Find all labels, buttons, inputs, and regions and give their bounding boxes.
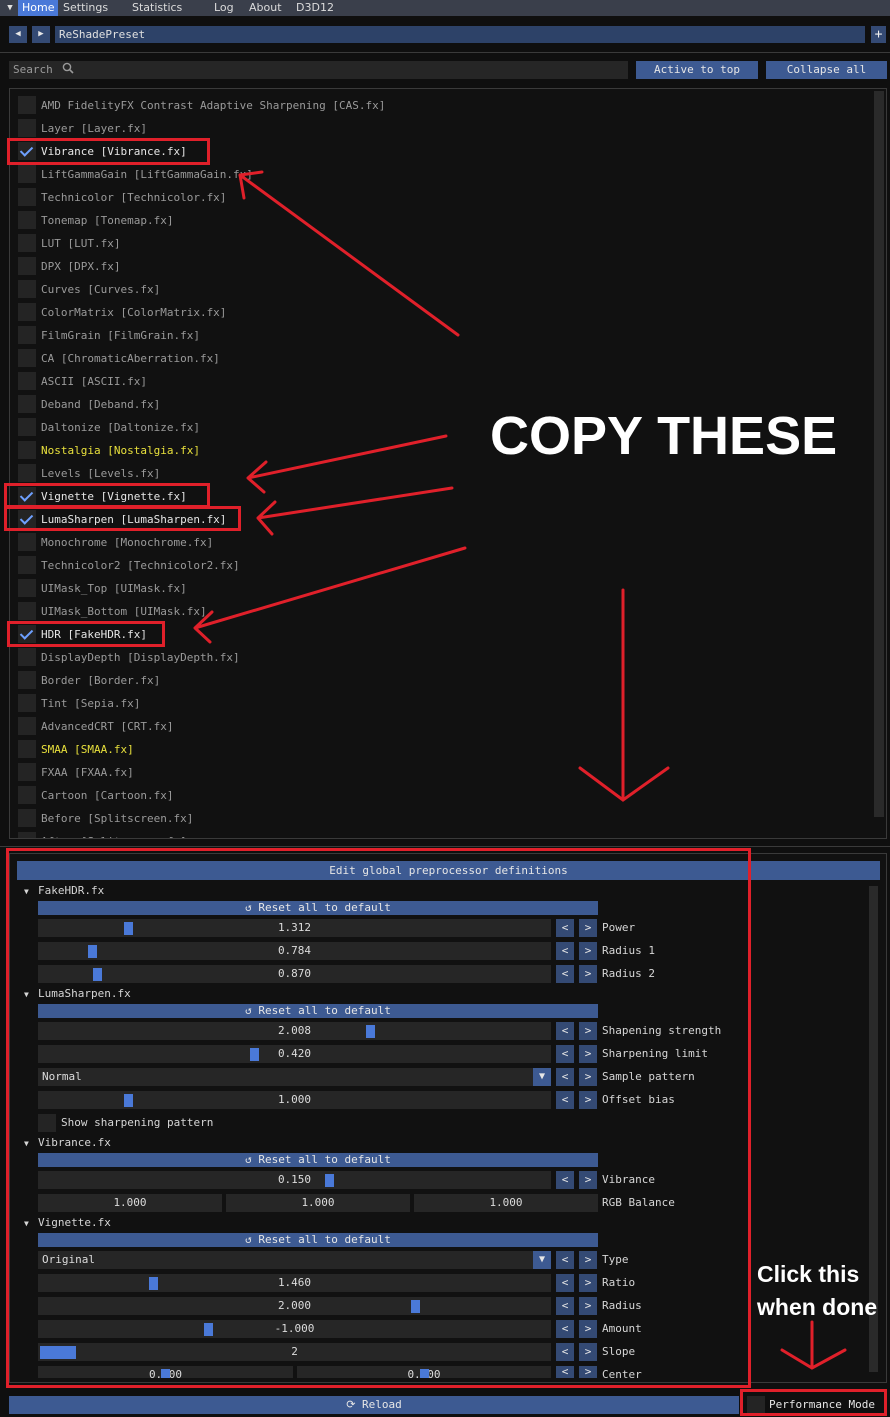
arrow-to-vignette bbox=[246, 434, 448, 494]
annotation-arrows bbox=[193, 170, 847, 1370]
arrow-to-vibrance bbox=[238, 170, 460, 337]
annotation-copy-these: COPY THESE bbox=[490, 406, 838, 466]
arrow-to-settings bbox=[578, 588, 670, 802]
arrow-to-hdr bbox=[193, 546, 467, 644]
arrow-to-performance-mode bbox=[780, 1320, 847, 1370]
arrow-to-lumasharpen bbox=[256, 486, 454, 536]
annotation-click-this: Click this when done bbox=[757, 1261, 878, 1320]
